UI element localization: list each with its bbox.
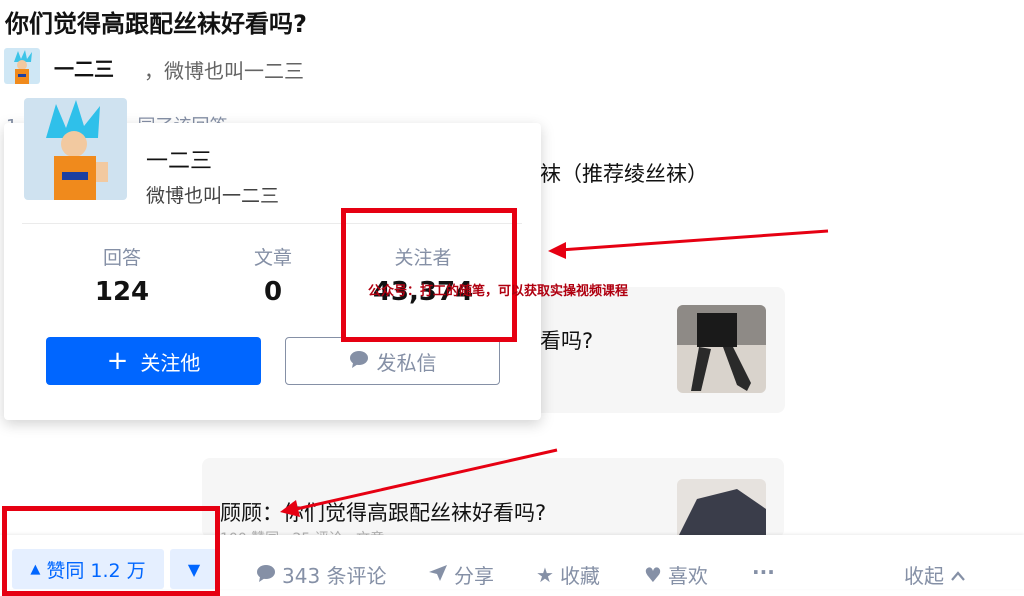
watermark-text: 公众号：打工的随笔，可以获取实操视频课程 — [368, 284, 629, 299]
annotation-arrow-center — [280, 448, 558, 517]
annotation-arrow-right — [548, 229, 829, 259]
